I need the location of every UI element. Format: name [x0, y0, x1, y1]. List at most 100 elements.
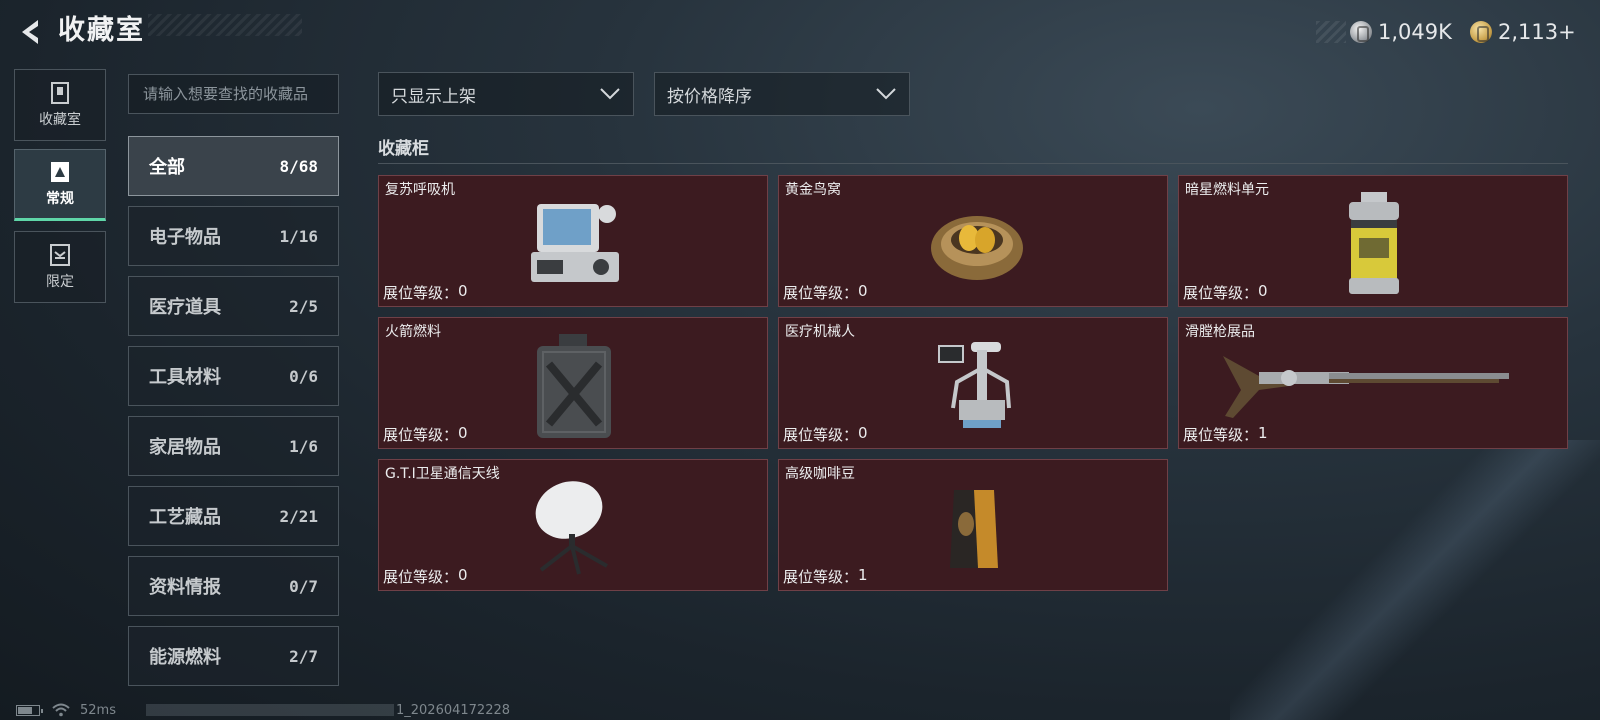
booth-level-value: 0	[458, 566, 468, 584]
item-name: 黄金鸟窝	[785, 182, 841, 198]
silver-currency-amount: 1,049K	[1378, 20, 1452, 44]
category-count: 0/7	[289, 576, 318, 596]
regular-collection-icon	[51, 162, 69, 182]
sort-order-label: 按价格降序	[667, 86, 752, 107]
trophy-cabinet-icon	[51, 82, 69, 104]
booth-level: 展位等级： 0	[783, 424, 868, 445]
collection-card[interactable]: 滑膛枪展品 展位等级： 1	[1178, 317, 1568, 449]
item-name: 滑膛枪展品	[1185, 324, 1255, 340]
category-household[interactable]: 家居物品 1/6	[128, 416, 339, 476]
nav-label: 常规	[46, 191, 74, 207]
collection-card[interactable]: G.T.I卫星通信天线 展位等级： 0	[378, 459, 768, 591]
category-name: 资料情报	[149, 577, 221, 598]
booth-level-label: 展位等级：	[783, 284, 859, 302]
booth-level-value: 0	[858, 282, 868, 300]
gold-currency-display[interactable]: 2,113+	[1466, 18, 1576, 46]
collection-card[interactable]: 医疗机械人 展位等级： 0	[778, 317, 1168, 449]
booth-level: 展位等级： 0	[783, 282, 868, 303]
gold-currency-amount: 2,113+	[1498, 20, 1576, 44]
gold-coin-icon	[1470, 21, 1492, 43]
background-lightning	[1230, 440, 1600, 720]
ping-readout: 52ms	[80, 702, 116, 718]
item-name: 火箭燃料	[385, 324, 441, 340]
category-energy-fuel[interactable]: 能源燃料 2/7	[128, 626, 339, 686]
build-number: 1_202604172228	[395, 702, 511, 718]
collection-card[interactable]: 复苏呼吸机 展位等级： 0	[378, 175, 768, 307]
status-footer: 52ms 1_202604172228	[16, 702, 510, 718]
booth-level: 展位等级： 0	[383, 282, 468, 303]
nav-item-collection-room[interactable]: 收藏室	[14, 69, 106, 141]
collection-card[interactable]: 火箭燃料 展位等级： 0	[378, 317, 768, 449]
nav-item-limited[interactable]: 限定	[14, 231, 106, 303]
limited-collection-icon	[50, 244, 70, 266]
booth-level-value: 0	[458, 282, 468, 300]
medical-robot-icon	[938, 342, 1011, 428]
chevron-down-icon	[600, 88, 620, 100]
chevron-down-icon	[876, 88, 896, 100]
satellite-dish-icon	[535, 481, 608, 575]
category-name: 电子物品	[149, 227, 221, 248]
sort-order-dropdown[interactable]: 按价格降序	[654, 72, 910, 116]
category-count: 0/6	[289, 366, 318, 386]
fuel-cell-icon	[1349, 192, 1399, 294]
category-name: 家居物品	[149, 437, 221, 458]
category-count: 1/6	[289, 436, 318, 456]
booth-level: 展位等级： 1	[1183, 424, 1268, 445]
nav-item-regular[interactable]: 常规	[14, 149, 106, 221]
redacted-info	[145, 704, 394, 716]
page-title: 收藏室	[58, 15, 145, 46]
item-name: 高级咖啡豆	[785, 466, 855, 482]
category-crafts[interactable]: 工艺藏品 2/21	[128, 486, 339, 546]
item-name: 暗星燃料单元	[1185, 182, 1269, 198]
booth-level-label: 展位等级：	[383, 284, 459, 302]
section-divider	[378, 163, 1568, 164]
category-count: 8/68	[279, 156, 318, 176]
booth-level-label: 展位等级：	[783, 426, 859, 444]
booth-level: 展位等级： 1	[783, 566, 868, 587]
booth-level: 展位等级： 0	[383, 424, 468, 445]
category-electronics[interactable]: 电子物品 1/16	[128, 206, 339, 266]
search-input[interactable]	[128, 74, 339, 114]
battery-icon	[16, 704, 43, 716]
booth-level: 展位等级： 0	[383, 566, 468, 587]
musket-icon	[1223, 356, 1509, 418]
category-name: 全部	[149, 157, 185, 178]
booth-level-label: 展位等级：	[383, 426, 459, 444]
nav-label: 收藏室	[39, 112, 81, 128]
section-title: 收藏柜	[378, 139, 429, 159]
booth-level-value: 0	[458, 424, 468, 442]
category-count: 2/7	[289, 646, 318, 666]
item-name: 医疗机械人	[785, 324, 855, 340]
booth-level: 展位等级： 0	[1183, 282, 1268, 303]
shelf-filter-dropdown[interactable]: 只显示上架	[378, 72, 634, 116]
shelf-filter-label: 只显示上架	[391, 86, 476, 107]
booth-level-value: 0	[858, 424, 868, 442]
back-arrow-icon[interactable]	[14, 16, 46, 48]
collection-card[interactable]: 黄金鸟窝 展位等级： 0	[778, 175, 1168, 307]
category-all[interactable]: 全部 8/68	[128, 136, 339, 196]
category-medical[interactable]: 医疗道具 2/5	[128, 276, 339, 336]
collection-card[interactable]: 高级咖啡豆 展位等级： 1	[778, 459, 1168, 591]
silver-currency-display[interactable]: 1,049K	[1316, 18, 1452, 46]
header-bar: 收藏室 1,049K 2,113+	[0, 0, 1600, 64]
booth-level-label: 展位等级：	[383, 568, 459, 586]
decorative-stripe	[1316, 21, 1346, 43]
collection-card[interactable]: 暗星燃料单元 展位等级： 0	[1178, 175, 1568, 307]
category-tools[interactable]: 工具材料 0/6	[128, 346, 339, 406]
booth-level-value: 1	[1258, 424, 1268, 442]
booth-level-label: 展位等级：	[783, 568, 859, 586]
category-count: 1/16	[279, 226, 318, 246]
jerry-can-icon	[537, 334, 611, 438]
category-intel[interactable]: 资料情报 0/7	[128, 556, 339, 616]
page-title-container: 收藏室	[58, 14, 302, 48]
silver-coin-icon	[1350, 21, 1372, 43]
category-name: 能源燃料	[149, 647, 221, 668]
golden-nest-icon	[931, 216, 1023, 280]
nav-label: 限定	[46, 274, 74, 290]
booth-level-value: 0	[1258, 282, 1268, 300]
category-name: 工具材料	[149, 367, 221, 388]
coffee-bag-icon	[950, 490, 998, 568]
booth-level-value: 1	[858, 566, 868, 584]
category-name: 工艺藏品	[149, 507, 221, 528]
item-name: 复苏呼吸机	[385, 182, 455, 198]
